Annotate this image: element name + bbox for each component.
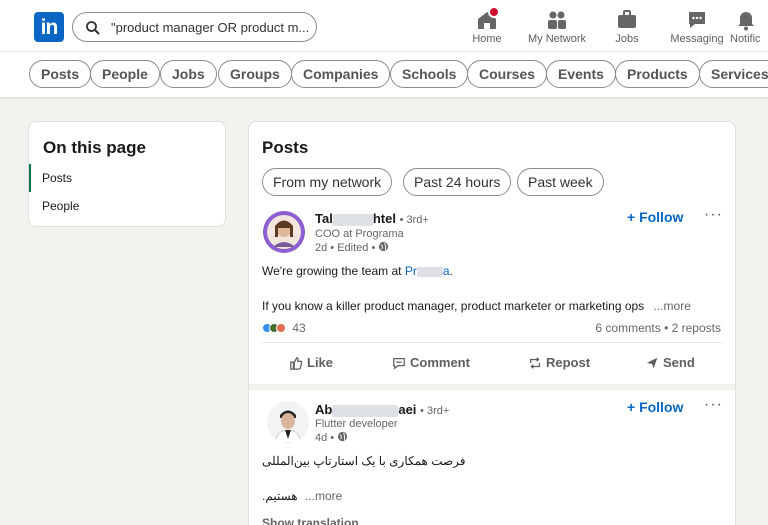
- see-more-link[interactable]: ...more: [305, 489, 342, 503]
- post-meta: 2d • Edited •: [315, 241, 389, 254]
- post-text-body: هستیم.: [262, 489, 298, 503]
- sidebar-item-people[interactable]: People: [29, 192, 225, 220]
- filter-jobs[interactable]: Jobs: [160, 60, 217, 88]
- filter-products[interactable]: Products: [615, 60, 700, 88]
- filter-people[interactable]: People: [90, 60, 160, 88]
- nav-notifications[interactable]: Notific: [730, 6, 768, 45]
- filter-posts[interactable]: Posts: [29, 60, 92, 88]
- follow-button[interactable]: + Follow: [627, 209, 683, 225]
- post-text-body: If you know a killer product manager, pr…: [262, 299, 645, 313]
- connection-degree: • 3rd+: [399, 214, 429, 226]
- briefcase-icon: [615, 8, 639, 32]
- author-avatar[interactable]: [267, 401, 309, 443]
- author-name[interactable]: Ab aei • 3rd+: [315, 402, 449, 417]
- post-divider: [261, 342, 723, 343]
- nav-notifications-label: Notific: [730, 33, 761, 45]
- connection-degree: • 3rd+: [420, 405, 450, 417]
- comment-label: Comment: [410, 355, 470, 370]
- author-headline: COO at Programa: [315, 228, 404, 240]
- filter-companies[interactable]: Companies: [291, 60, 391, 88]
- globe-icon: [379, 241, 389, 252]
- on-this-page-card: On this page Posts People: [28, 121, 226, 227]
- post-meta: 4d •: [315, 431, 348, 444]
- search-filter-bar: Posts People Jobs Groups Companies Schoo…: [0, 52, 768, 98]
- filter-courses[interactable]: Courses: [467, 60, 548, 88]
- comment-button[interactable]: Comment: [392, 355, 470, 370]
- author-name-end: aei: [398, 402, 417, 417]
- chip-from-my-network[interactable]: From my network: [262, 168, 393, 196]
- search-input[interactable]: "product manager OR product m...: [72, 12, 317, 42]
- notification-dot: [488, 6, 500, 18]
- on-this-page-title: On this page: [43, 138, 146, 157]
- author-name-start: Ab: [315, 402, 333, 417]
- author-name-end: htel: [372, 211, 396, 226]
- author-avatar[interactable]: [263, 211, 305, 253]
- post-text-prefix: We're growing the team at: [262, 264, 405, 278]
- network-icon: [545, 8, 569, 32]
- post-meta-text: 2d • Edited •: [315, 242, 376, 254]
- search-query: "product manager OR product m...: [111, 20, 310, 35]
- redacted-company: [416, 266, 443, 277]
- nav-jobs-label: Jobs: [615, 33, 639, 45]
- post-text-line-2: If you know a killer product manager, pr…: [262, 299, 691, 313]
- post-text-line-2: هستیم. ...more: [262, 489, 342, 503]
- redacted-name: [332, 404, 399, 417]
- nav-messaging[interactable]: Messaging: [661, 6, 733, 45]
- reactions-count[interactable]: 43: [262, 321, 306, 335]
- author-name-start: Tal: [315, 211, 333, 226]
- nav-my-network-label: My Network: [527, 33, 587, 45]
- nav-jobs[interactable]: Jobs: [591, 6, 663, 45]
- nav-home-label: Home: [472, 33, 502, 45]
- send-label: Send: [663, 355, 695, 370]
- sidebar-item-posts[interactable]: Posts: [29, 164, 225, 192]
- reactions-number: 43: [292, 321, 306, 335]
- comments-reposts-count[interactable]: 6 comments • 2 reposts: [549, 321, 721, 335]
- search-icon: [86, 21, 100, 35]
- post-text-line-1: فرصت همکاری با یک استارتاپ بین‌المللی: [262, 454, 466, 468]
- chip-past-week[interactable]: Past week: [517, 168, 604, 196]
- post-meta-text: 4d •: [315, 432, 335, 444]
- globe-icon: [338, 431, 348, 442]
- post-separator: [249, 384, 735, 390]
- filter-schools[interactable]: Schools: [390, 60, 469, 88]
- top-navbar: in "product manager OR product m... Home…: [0, 0, 768, 52]
- posts-section-title: Posts: [262, 138, 309, 157]
- company-link-end: a: [442, 264, 450, 278]
- nav-home[interactable]: Home: [451, 6, 523, 45]
- nav-messaging-label: Messaging: [670, 33, 724, 45]
- send-button[interactable]: Send: [645, 355, 695, 370]
- bell-icon: [734, 8, 758, 32]
- love-reaction-icon: [276, 323, 286, 333]
- filter-groups[interactable]: Groups: [218, 60, 292, 88]
- linkedin-logo[interactable]: in: [34, 12, 64, 42]
- post-text-suffix: .: [449, 264, 453, 278]
- filter-events[interactable]: Events: [546, 60, 616, 88]
- comment-icon: [393, 358, 405, 370]
- post-options-icon[interactable]: ···: [704, 396, 723, 414]
- posts-results-card: Posts From my network Past 24 hours Past…: [248, 121, 736, 525]
- author-name[interactable]: Tal htel • 3rd+: [315, 211, 429, 226]
- message-icon: [685, 8, 709, 32]
- like-label: Like: [307, 355, 334, 370]
- company-link[interactable]: Pr a: [405, 264, 450, 278]
- nav-my-network[interactable]: My Network: [521, 6, 593, 45]
- repost-icon: [529, 357, 541, 369]
- thumbs-up-icon: [290, 357, 303, 370]
- chip-past-24-hours[interactable]: Past 24 hours: [403, 168, 512, 196]
- redacted-name: [332, 213, 373, 226]
- filter-services[interactable]: Services: [699, 60, 768, 88]
- repost-button[interactable]: Repost: [528, 355, 590, 370]
- see-more-link[interactable]: ...more: [654, 299, 691, 313]
- show-translation-link[interactable]: Show translation: [262, 516, 359, 525]
- home-icon: [475, 6, 500, 32]
- post-options-icon[interactable]: ···: [704, 206, 723, 224]
- repost-label: Repost: [546, 355, 591, 370]
- author-headline: Flutter developer: [315, 418, 398, 430]
- like-button[interactable]: Like: [289, 355, 333, 370]
- follow-button[interactable]: + Follow: [627, 399, 683, 415]
- send-icon: [646, 357, 658, 369]
- company-link-start: Pr: [404, 264, 417, 278]
- post-text-line-1: We're growing the team at Pr a.: [262, 264, 453, 278]
